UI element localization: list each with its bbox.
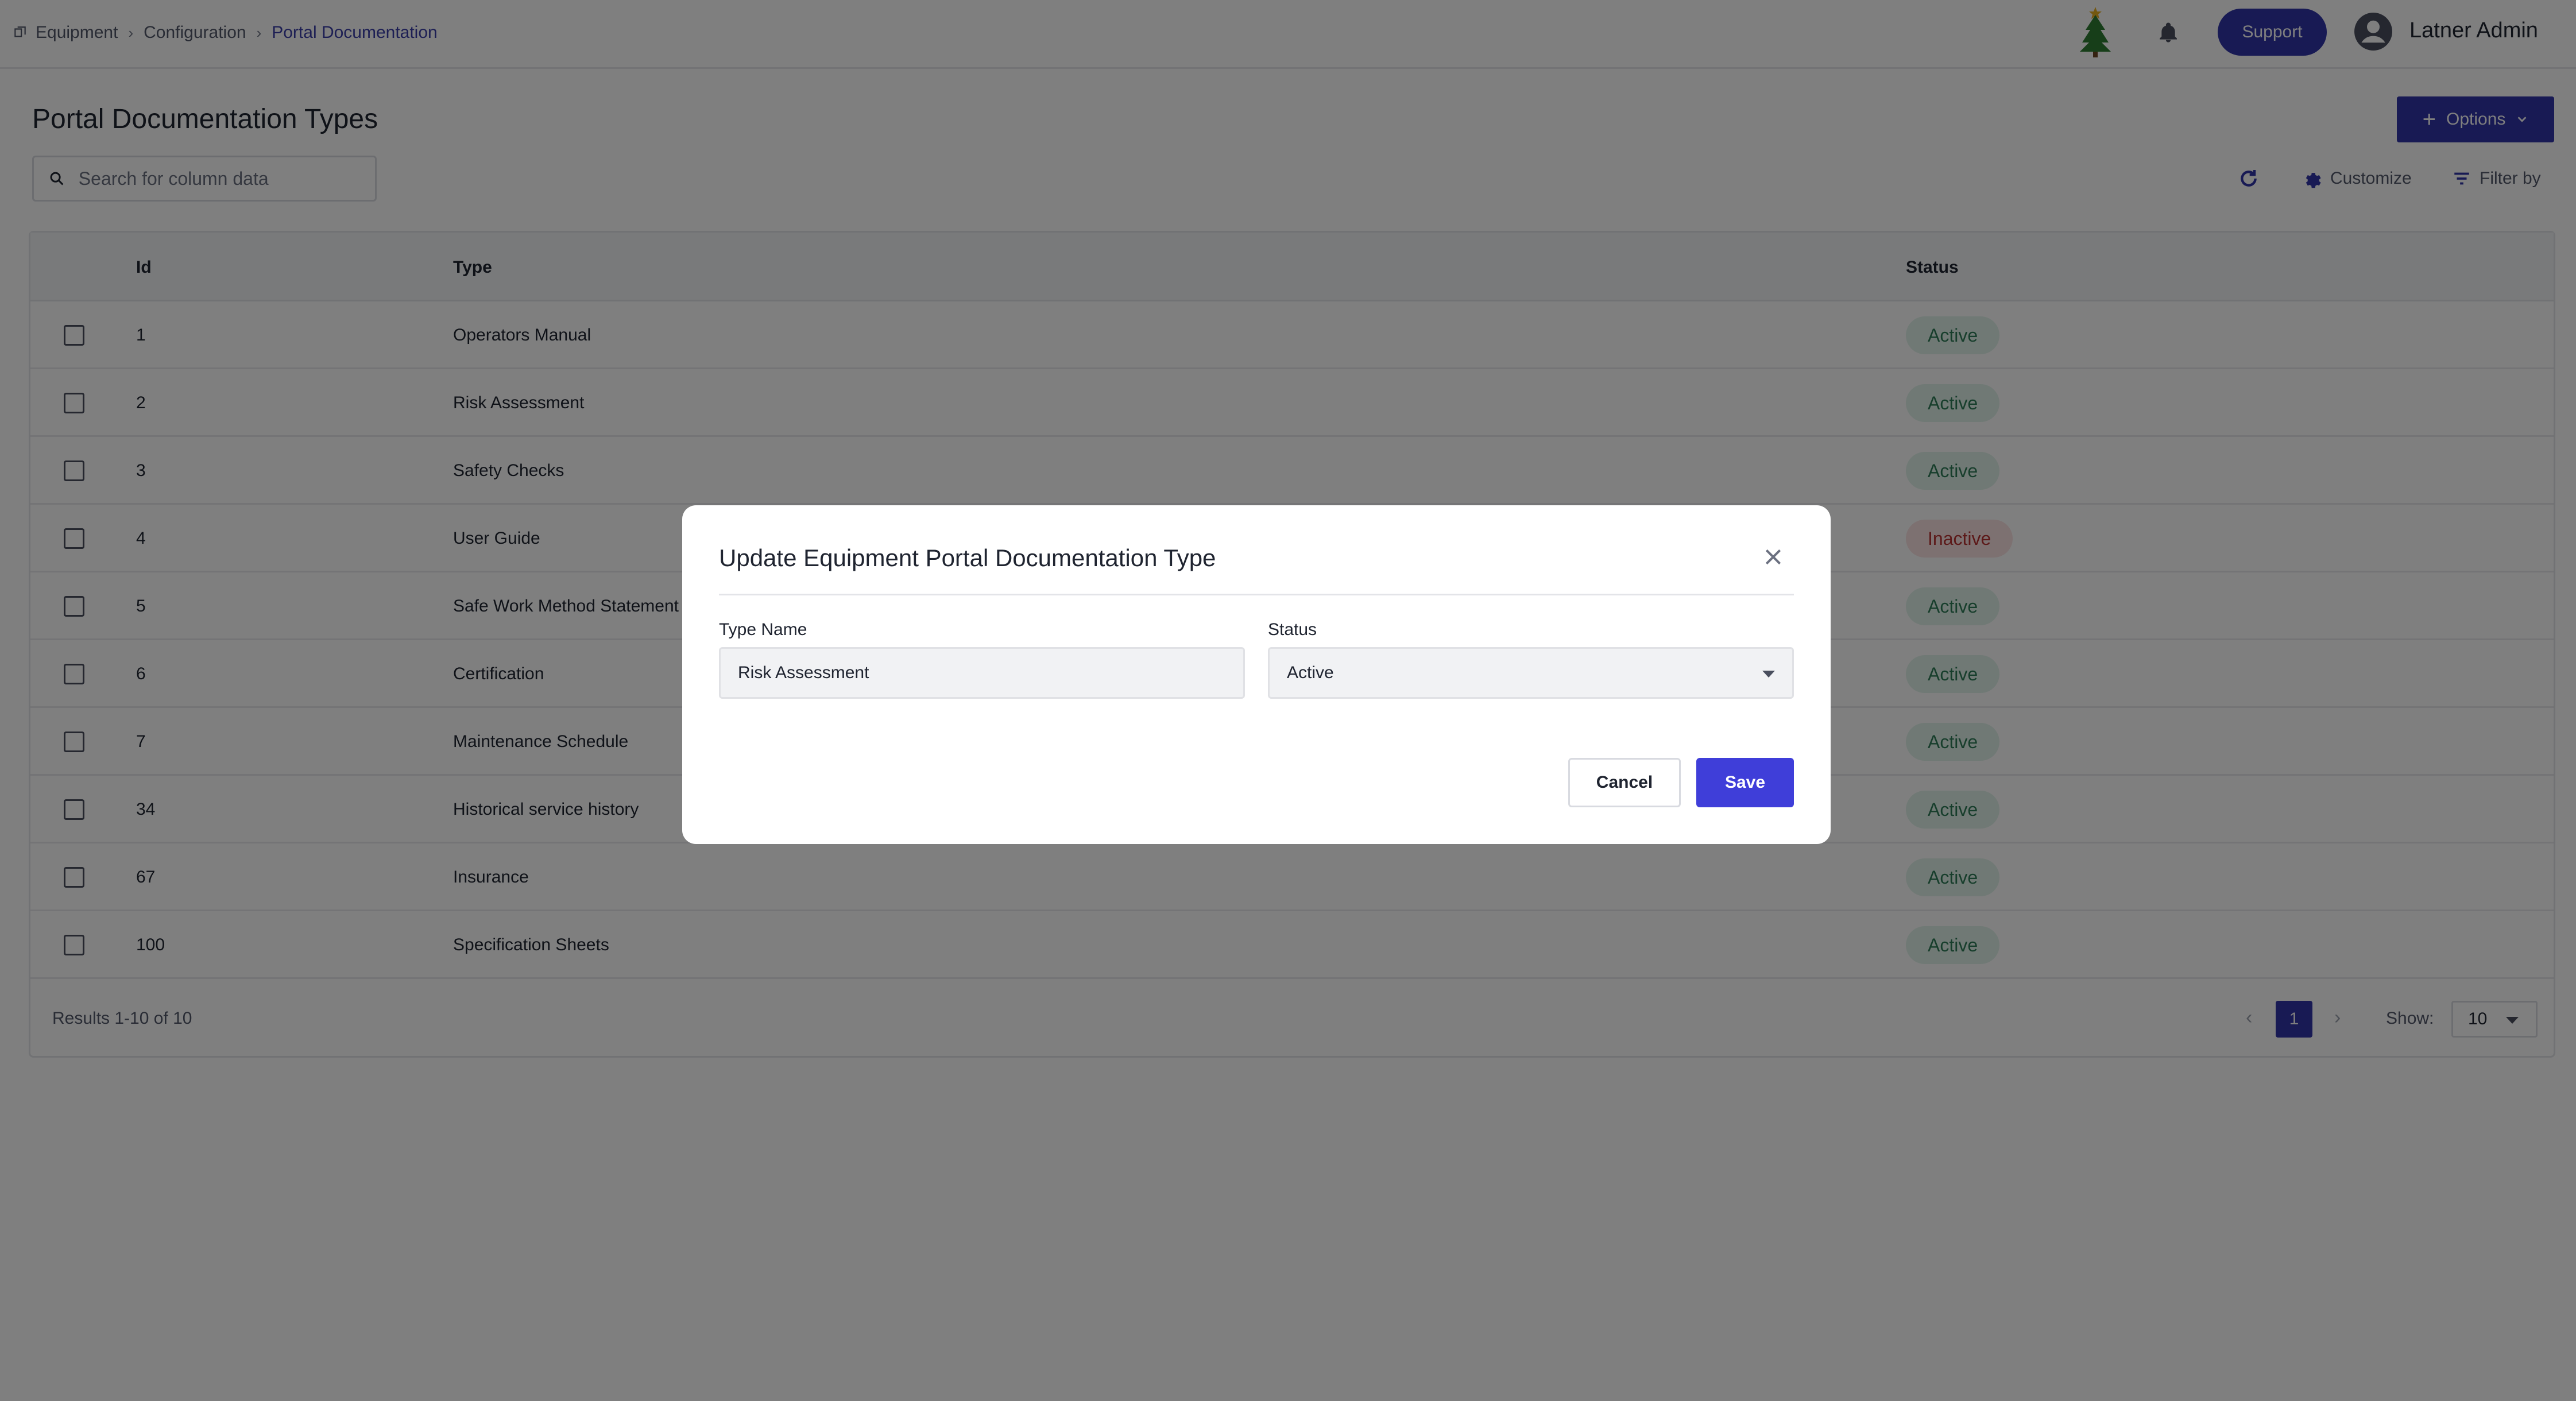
close-icon[interactable] [1762,545,1785,568]
status-value: Active [1287,663,1334,682]
status-label: Status [1268,620,1317,639]
modal-title: Update Equipment Portal Documentation Ty… [719,544,1216,571]
save-button[interactable]: Save [1696,758,1794,807]
modal-divider [719,594,1794,595]
caret-down-icon [1762,671,1775,678]
status-select[interactable]: Active [1268,647,1794,699]
type-name-label: Type Name [719,620,807,639]
update-type-dialog: Update Equipment Portal Documentation Ty… [682,505,1831,844]
type-name-value: Risk Assessment [738,663,869,682]
page: Equipment › Configuration › Portal Docum… [0,0,2576,1401]
type-name-input[interactable]: Risk Assessment [719,647,1245,699]
cancel-button[interactable]: Cancel [1568,758,1681,807]
